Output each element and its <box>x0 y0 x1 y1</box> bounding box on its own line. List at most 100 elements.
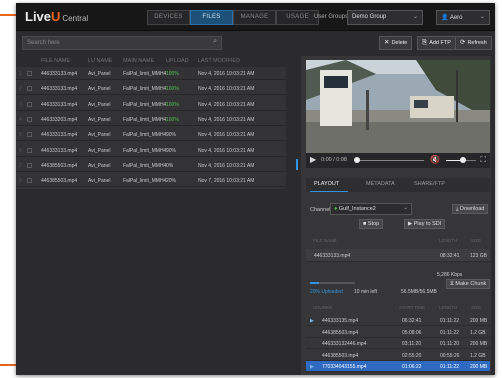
top-bar: LiveU Central DEVICES FILES MANAGE USAGE … <box>16 3 495 31</box>
main-name-cell: FalPal_limit_MMH4 <box>123 86 167 93</box>
chunk-start: 03:11:20 <box>402 341 422 347</box>
user-icon: 👤 <box>441 15 449 21</box>
modified-cell: Nov 4, 2016 10:03:21 AM <box>198 101 255 108</box>
volume-icon[interactable]: 🔇 <box>430 155 440 164</box>
upload-size: 56.5MB/56.5MB <box>401 289 437 295</box>
chunk-row[interactable]: 446385503.mp4 02:55:20 00:55:26 1.2 GB <box>306 350 490 361</box>
file-row[interactable]: 446333133.mp4 08:32:41 123 GB <box>306 249 490 262</box>
download-button[interactable]: ⤓ Download <box>452 204 489 214</box>
chunk-length: 01:11:22 <box>440 318 460 324</box>
chunk-row[interactable]: 446333132446.mp4 03:11:20 01:11:20 200 MB <box>306 338 490 349</box>
stop-button[interactable]: ■ Stop <box>359 219 384 229</box>
chunk-icon: ⧖ <box>450 281 454 287</box>
delete-label: Delete <box>391 40 408 46</box>
tab-files[interactable]: FILES <box>190 10 233 25</box>
col-length: LENGTH <box>439 238 458 243</box>
table-row[interactable]: 4 446333203.mp4 Avi_Panel FalPal_limit_MMH4… <box>16 113 286 126</box>
upload-cell: 100% <box>166 86 179 93</box>
row-checkbox[interactable] <box>27 116 32 122</box>
table-row[interactable]: 5 446333133.mp4 Avi_Panel FalPal_limit_MMH4… <box>16 128 286 142</box>
row-number: 2 <box>19 86 22 93</box>
refresh-icon: ⟳ <box>460 39 466 46</box>
file-name-cell: 446333133.mp4 <box>41 147 78 154</box>
col-lu-name[interactable]: LU NAME <box>88 58 112 64</box>
table-row[interactable]: 6 446333133.mp4 Avi_Panel FalPal_limit_MMH4… <box>16 144 286 157</box>
col-main-name[interactable]: MAIN NAME <box>123 58 154 64</box>
channel-value: Gulf_Instance2 <box>338 206 376 212</box>
row-checkbox[interactable] <box>27 101 32 107</box>
chunk-length: 01:11:22 <box>440 364 460 370</box>
row-checkbox[interactable] <box>27 132 32 138</box>
refresh-button[interactable]: ⟳ Refresh <box>455 36 492 50</box>
modified-cell: Nov 4, 2016 10:03:21 AM <box>198 147 255 154</box>
volume-handle[interactable] <box>459 157 466 163</box>
main-name-cell: FalPal_limit_MMH4 <box>123 71 167 77</box>
delete-button[interactable]: ✕ Delete <box>379 36 413 50</box>
col-chunks: CHUNKS <box>313 305 333 310</box>
lu-name-cell: Avi_Panel <box>88 71 111 77</box>
row-number: 1 <box>19 71 22 77</box>
tab-manage[interactable]: MANAGE <box>233 10 276 25</box>
modified-cell: Nov 4, 2016 10:03:21 AM <box>198 86 255 93</box>
row-checkbox[interactable] <box>27 178 32 184</box>
file-name-cell: 446385503.mp4 <box>41 178 78 185</box>
main-name-cell: FalPal_limit_MMH4 <box>123 147 167 154</box>
tab-usage[interactable]: USAGE <box>276 10 319 25</box>
lu-name-cell: Avi_Panel <box>88 178 111 185</box>
add-ftp-button[interactable]: ⎘ Add FTP <box>417 36 456 50</box>
search-input[interactable]: Search here ⌕ <box>22 36 222 50</box>
tab-devices[interactable]: DEVICES <box>147 10 190 25</box>
table-row[interactable]: 1 446333133.mp4 Avi_Panel FalPal_limit_MMH4… <box>16 67 286 80</box>
chunk-length: 01:11:22 <box>440 329 460 336</box>
tab-playout[interactable]: PLAYOUT <box>314 181 339 187</box>
table-row[interactable]: 3 446333133.mp4 Avi_Panel FalPal_limit_MMH4… <box>16 98 286 111</box>
search-icon: ⌕ <box>213 38 217 45</box>
seek-handle[interactable] <box>354 157 360 163</box>
table-row[interactable]: 2 446333133.mp4 Avi_Panel FalPal_limit_MMH4… <box>16 82 286 96</box>
main-name-cell: FalPal_limit_MMH4 <box>123 116 167 123</box>
user-group-select[interactable]: Demo Group ⌄ <box>347 10 423 25</box>
user-menu[interactable]: 👤 Aero ⌄ <box>436 10 490 25</box>
file-size: 123 GB <box>470 253 487 259</box>
lu-name-cell: Avi_Panel <box>88 162 111 169</box>
chunk-row[interactable]: ▶ 770334043155.mp4 01:06:22 01:11:22 200 MB <box>306 361 490 372</box>
video-preview[interactable] <box>306 60 490 153</box>
lu-name-cell: Avi_Panel <box>88 86 111 93</box>
table-row[interactable]: 7 446385503.mp4 Avi_Panel FalPal_limit_MMH4… <box>16 159 286 172</box>
bitrate: 5,286 Kbps <box>437 272 463 278</box>
row-checkbox[interactable] <box>27 147 32 153</box>
play-icon: ▶ <box>408 221 413 227</box>
row-checkbox[interactable] <box>27 162 32 168</box>
col-upload[interactable]: UPLOAD <box>166 58 189 64</box>
row-number: 3 <box>19 101 22 108</box>
tab-share-ftp[interactable]: SHARE/FTP <box>414 181 445 187</box>
chunk-row[interactable]: ▶ 446333135.mp4 06:32:41 01:11:22 200 MB <box>306 315 490 326</box>
col-length: LENGTH <box>439 305 458 310</box>
play-icon[interactable]: ▶ <box>310 155 316 164</box>
video-frame <box>306 60 490 153</box>
chunk-name: 446333135.mp4 <box>322 318 359 324</box>
chunk-row[interactable]: 446385503.mp4 05:08:06 01:11:22 1.2 GB <box>306 327 490 338</box>
chunk-name: 446333132446.mp4 <box>322 341 367 347</box>
upload-cell: 20% <box>166 178 177 185</box>
col-last-modified[interactable]: LAST MODIFIED <box>198 58 240 64</box>
lu-name-cell: Avi_Panel <box>88 132 111 139</box>
play-to-sdi-button[interactable]: ▶ Play to SDI <box>404 219 446 229</box>
panel-tabs: PLAYOUT METADATA SHARE/FTP <box>306 178 490 192</box>
col-size: SIZE <box>471 305 482 310</box>
table-row[interactable]: 8 446385503.mp4 Avi_Panel FalPal_limit_MMH4… <box>16 174 286 188</box>
chunk-size: 1.2 GB <box>470 352 486 359</box>
seek-bar[interactable] <box>354 160 424 161</box>
play-icon[interactable]: ▶ <box>310 364 314 370</box>
row-checkbox[interactable] <box>27 71 32 76</box>
make-chunk-button[interactable]: ⧖ Make Chunk <box>446 279 491 289</box>
tab-metadata[interactable]: METADATA <box>366 181 395 187</box>
file-name-cell: 446333133.mp4 <box>41 132 78 139</box>
col-file-name[interactable]: FILE NAME <box>41 58 70 64</box>
fullscreen-icon[interactable]: ⛶ <box>480 155 486 165</box>
refresh-label: Refresh <box>467 40 487 46</box>
download-icon: ⤓ <box>456 206 459 212</box>
play-icon[interactable]: ▶ <box>310 318 314 324</box>
row-checkbox[interactable] <box>27 86 32 92</box>
channel-select[interactable]: ● Gulf_Instance2 ⌄ <box>330 203 412 215</box>
